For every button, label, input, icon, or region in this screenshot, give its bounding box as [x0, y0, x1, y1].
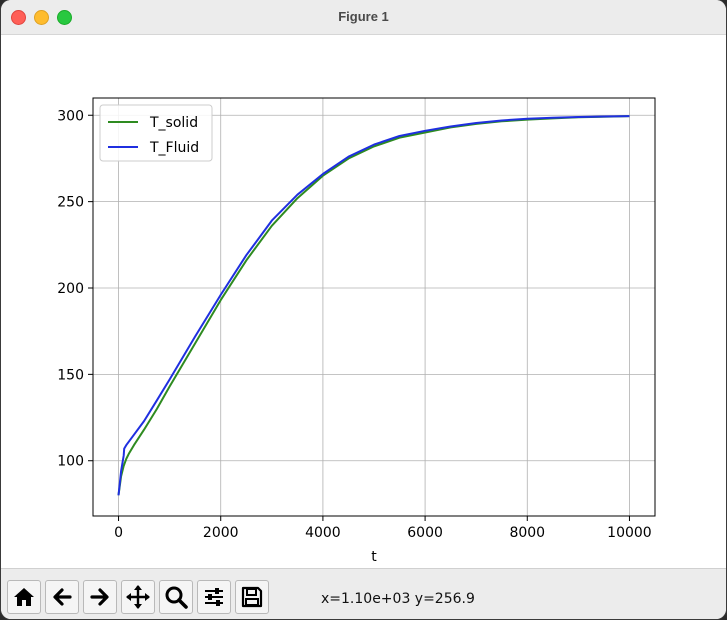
y-tick-label: 250 — [57, 195, 84, 211]
title-bar: Figure 1 — [1, 0, 726, 35]
back-arrow-icon — [53, 588, 72, 606]
forward-button[interactable] — [83, 580, 117, 614]
series-line-t-solid — [117, 115, 630, 496]
line-chart: 0 2000 4000 6000 8000 10000100150200250300 t … — [57, 97, 656, 565]
figure-window: Figure 1 0 2000 4000 6000 8000 10000 100 150 200… — [1, 0, 726, 619]
x-tick-label: 2000 — [203, 525, 239, 541]
x-tick-label: 6000 — [407, 525, 443, 541]
y-tick-label: 300 — [57, 108, 84, 124]
figure-canvas[interactable]: 0 2000 4000 6000 8000 10000 100 150 200 250 300 t … — [1, 35, 726, 568]
x-tick-label: 4000 — [305, 525, 341, 541]
cursor-coordinates: x=1.10e+03 y=256.9 — [321, 591, 475, 607]
navigation-toolbar: x=1.10e+03 y=256.9 — [1, 568, 726, 619]
home-icon — [14, 588, 34, 606]
x-tick-label: 0 — [114, 525, 123, 541]
zoom-button[interactable] — [159, 580, 193, 614]
save-icon — [241, 586, 263, 608]
home-button[interactable] — [7, 580, 41, 614]
legend-label: T_solid — [149, 115, 198, 131]
x-tick-label: 8000 — [509, 525, 545, 541]
y-tick-label: 200 — [57, 281, 84, 297]
x-axis-label: t — [371, 549, 377, 565]
pan-button[interactable] — [121, 580, 155, 614]
window-title: Figure 1 — [338, 9, 389, 24]
y-tick-label: 150 — [57, 367, 84, 383]
legend-label: T_Fluid — [149, 140, 199, 156]
legend: T_solid T_Fluid — [99, 104, 213, 162]
zoom-icon — [165, 586, 188, 609]
series-line-t-fluid — [117, 115, 630, 496]
pan-icon — [126, 585, 150, 609]
y-tick-label: 100 — [57, 454, 84, 470]
save-button[interactable] — [235, 580, 269, 614]
forward-arrow-icon — [90, 588, 109, 606]
back-button[interactable] — [45, 580, 79, 614]
configure-subplots-icon — [205, 588, 223, 606]
configure-subplots-button[interactable] — [197, 580, 231, 614]
x-tick-label: 10000 — [607, 525, 652, 541]
